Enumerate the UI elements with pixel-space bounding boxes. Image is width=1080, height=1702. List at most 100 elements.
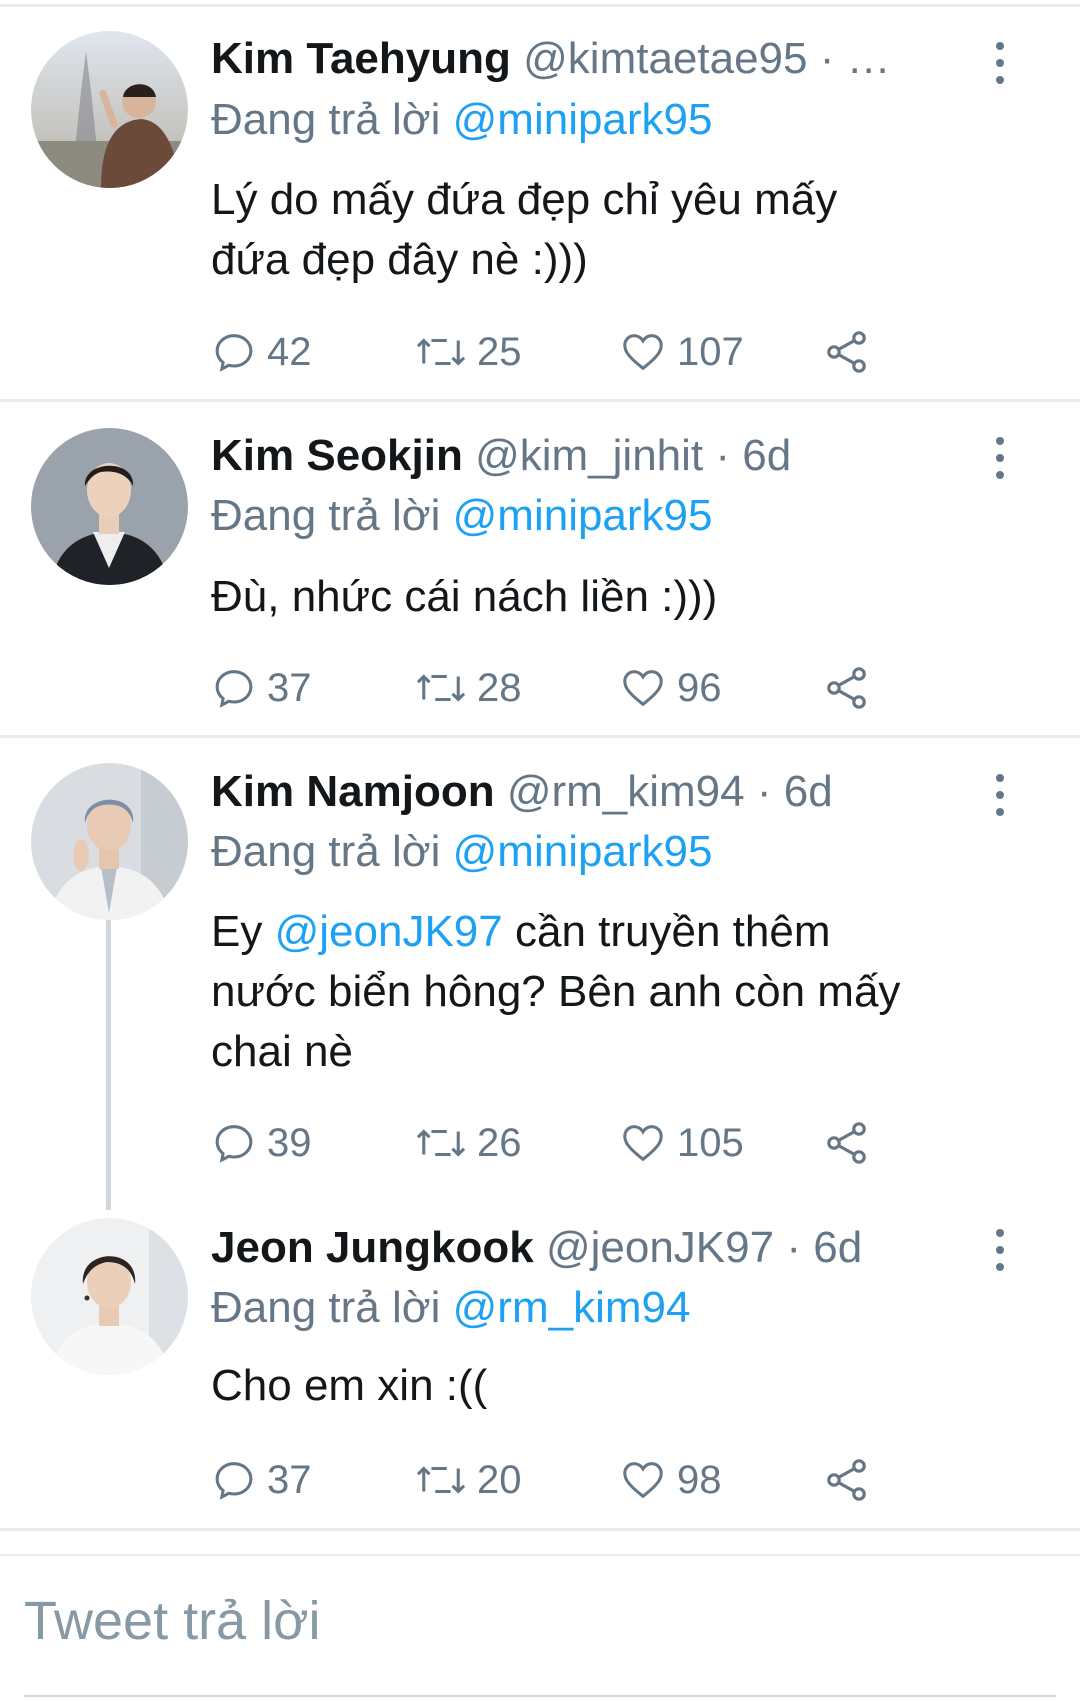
tweet-text-segment: cần truyền thêm (514, 907, 831, 956)
like-button[interactable]: 96 (619, 663, 722, 713)
reply-button[interactable]: 39 (211, 1118, 312, 1168)
like-count: 107 (677, 329, 744, 374)
replying-to-label: Đang trả lời (211, 491, 441, 540)
retweet-button[interactable]: 26 (415, 1118, 522, 1168)
user-handle[interactable]: @rm_kim94 (507, 767, 745, 816)
more-options-icon[interactable] (985, 433, 1015, 483)
reply-button[interactable]: 37 (211, 663, 312, 713)
replying-to-mention[interactable]: @minipark95 (453, 491, 713, 540)
heart-icon (623, 334, 663, 371)
heart-icon (623, 1125, 663, 1162)
share-icon (827, 1459, 866, 1501)
like-count: 96 (677, 665, 722, 710)
display-name[interactable]: Kim Taehyung (211, 34, 511, 83)
reply-button[interactable]: 37 (211, 1455, 312, 1505)
like-button[interactable]: 107 (619, 327, 744, 377)
replying-to-mention[interactable]: @minipark95 (453, 827, 713, 876)
user-handle[interactable]: @kim_jinhit (475, 431, 703, 480)
reply-compose-input[interactable]: Tweet trả lời (24, 1590, 321, 1652)
share-button[interactable] (823, 1455, 871, 1505)
retweet-icon (416, 338, 466, 366)
heart-icon (623, 1462, 663, 1499)
tweet-text-line: Lý do mấy đứa đẹp chỉ yêu mấy (211, 175, 838, 224)
reply-count: 42 (267, 329, 312, 374)
more-options-icon[interactable] (985, 1225, 1015, 1275)
tweet-header: Jeon Jungkook @jeonJK97 · 6d (211, 1218, 862, 1278)
replying-to-label: Đang trả lời (211, 95, 441, 144)
more-options-icon[interactable] (985, 770, 1015, 820)
separator-dot: · (756, 767, 772, 816)
replying-to-label: Đang trả lời (211, 827, 441, 876)
tweet-time: 6d (783, 767, 833, 816)
tweet-text-line: chai nè (211, 1027, 353, 1076)
reply-count: 37 (267, 1457, 312, 1502)
separator-dot: · (786, 1223, 801, 1272)
display-name[interactable]: Kim Seokjin (211, 431, 463, 480)
retweet-button[interactable]: 25 (415, 327, 522, 377)
reply-icon (215, 334, 253, 372)
reply-button[interactable]: 42 (211, 327, 312, 377)
tweet-text: Ey @jeonJK97 cần truyền thêm nước biển h… (211, 902, 1001, 1082)
avatar-kim-taehyung[interactable] (31, 31, 188, 188)
reply-count: 37 (267, 665, 312, 710)
display-name[interactable]: Kim Namjoon (211, 767, 495, 816)
replying-to-mention[interactable]: @minipark95 (453, 95, 713, 144)
avatar-kim-namjoon[interactable] (31, 763, 188, 920)
replying-to-label: Đang trả lời (211, 1283, 441, 1332)
tweet-text-line: đứa đẹp đây nè :))) (211, 235, 588, 284)
retweet-count: 26 (477, 1120, 522, 1165)
more-options-icon[interactable] (985, 38, 1015, 88)
like-button[interactable]: 98 (619, 1455, 722, 1505)
tweet-text-segment: Ey (211, 907, 263, 956)
retweet-count: 28 (477, 665, 522, 710)
replying-to: Đang trả lời @minipark95 (211, 486, 713, 546)
share-icon (827, 667, 866, 709)
tweet-text-line: Đù, nhức cái nách liền :))) (211, 572, 718, 621)
retweet-button[interactable]: 28 (415, 663, 522, 713)
top-divider (0, 4, 1080, 7)
retweet-icon (416, 674, 466, 702)
display-name[interactable]: Jeon Jungkook (211, 1223, 534, 1272)
tweet-text: Cho em xin :(( (211, 1356, 1001, 1416)
compose-top-divider (0, 1554, 1080, 1556)
tweet-divider (0, 399, 1080, 402)
heart-icon (623, 670, 663, 707)
replying-to-mention[interactable]: @rm_kim94 (453, 1283, 691, 1332)
like-button[interactable]: 105 (619, 1118, 744, 1168)
tweet-header: Kim Seokjin @kim_jinhit · 6d (211, 426, 791, 486)
share-button[interactable] (823, 1118, 871, 1168)
retweet-count: 25 (477, 329, 522, 374)
replying-to: Đang trả lời @minipark95 (211, 822, 713, 882)
reply-count: 39 (267, 1120, 312, 1165)
tweet-time: 6d (742, 431, 792, 480)
user-handle[interactable]: @kimtaetae95 (523, 34, 807, 83)
tweet-divider (0, 735, 1080, 738)
share-button[interactable] (823, 663, 871, 713)
like-count: 98 (677, 1457, 722, 1502)
retweet-button[interactable]: 20 (415, 1455, 522, 1505)
avatar-kim-seokjin[interactable] (31, 428, 188, 585)
retweet-icon (416, 1466, 466, 1494)
separator-dot: · (715, 431, 731, 480)
share-icon (827, 1122, 866, 1164)
tweet-header: Kim Namjoon @rm_kim94 · 6d (211, 762, 833, 822)
tweet-text-line: nước biển hông? Bên anh còn mấy (211, 967, 901, 1016)
tweet-text-line: Cho em xin :(( (211, 1361, 488, 1410)
reply-icon (215, 1462, 253, 1500)
tweet-time: … (846, 34, 891, 83)
replying-to: Đang trả lời @rm_kim94 (211, 1278, 690, 1338)
thread-connector (106, 920, 111, 1210)
tweet-text-line: Ey @jeonJK97 cần truyền thêm (211, 902, 1001, 962)
share-button[interactable] (823, 327, 871, 377)
tweet-text: Đù, nhức cái nách liền :))) (211, 567, 1001, 627)
reply-icon (215, 1125, 253, 1163)
tweet-header: Kim Taehyung @kimtaetae95 · … (211, 29, 891, 89)
tweet-divider (0, 1528, 1080, 1531)
replying-to: Đang trả lời @minipark95 (211, 90, 713, 150)
avatar-jeon-jungkook[interactable] (31, 1218, 188, 1375)
tweet-mention[interactable]: @jeonJK97 (275, 907, 503, 956)
user-handle[interactable]: @jeonJK97 (546, 1223, 774, 1272)
reply-icon (215, 670, 253, 708)
like-count: 105 (677, 1120, 744, 1165)
tweet-time: 6d (813, 1223, 863, 1272)
